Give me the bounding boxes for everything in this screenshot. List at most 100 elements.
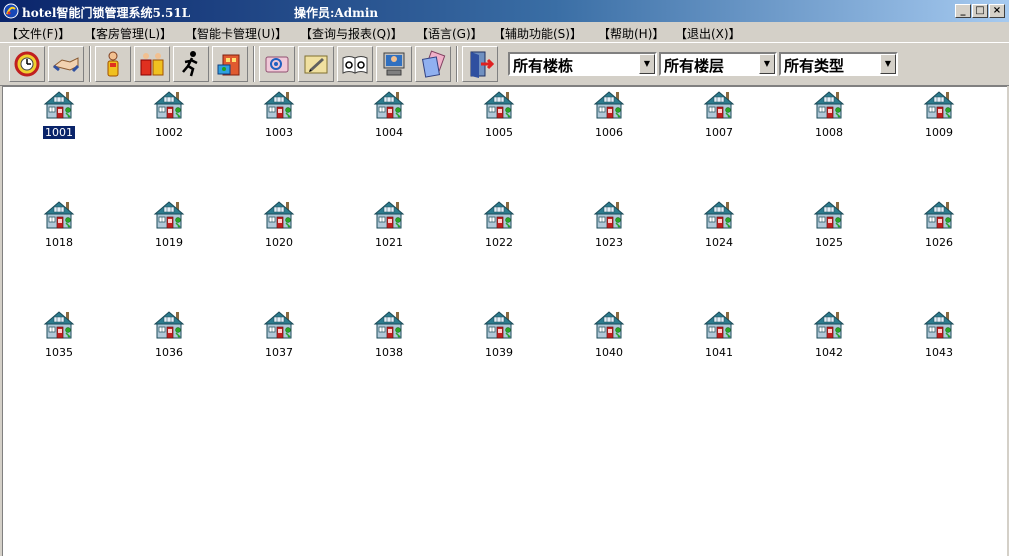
room-1002[interactable]: 1002 [139, 89, 199, 139]
room-1043[interactable]: 1043 [909, 309, 969, 359]
house-icon [813, 91, 845, 119]
computer-user-icon [383, 52, 405, 76]
room-1005[interactable]: 1005 [469, 89, 529, 139]
room-number-label: 1021 [375, 236, 403, 249]
building-card-icon [217, 54, 240, 76]
toolbar-button-card-stack[interactable] [415, 46, 451, 82]
type-select[interactable]: 所有类型 ▼ [779, 52, 898, 76]
house-icon [153, 201, 185, 229]
toolbar: 所有楼栋 ▼ 所有楼层 ▼ 所有类型 ▼ [0, 42, 1009, 86]
person-card-icon [107, 51, 119, 77]
building-select[interactable]: 所有楼栋 ▼ [508, 52, 657, 76]
house-icon [43, 311, 75, 339]
menu-query-report[interactable]: 【查询与报表(Q)】 [300, 25, 403, 42]
house-icon [923, 91, 955, 119]
maximize-button[interactable]: □ [972, 4, 988, 18]
room-grid: 1001 1002 1003 1004 1005 1006 1007 1008 1009 1018… [2, 86, 1007, 556]
house-icon [593, 91, 625, 119]
room-1022[interactable]: 1022 [469, 199, 529, 249]
toolbar-button-building-card[interactable] [212, 46, 248, 82]
toolbar-button-group-card[interactable] [134, 46, 170, 82]
room-number-label: 1024 [705, 236, 733, 249]
room-1042[interactable]: 1042 [799, 309, 859, 359]
toolbar-button-checkout[interactable] [173, 46, 209, 82]
toolbar-button-exit[interactable] [462, 46, 498, 82]
room-1037[interactable]: 1037 [249, 309, 309, 359]
menu-auxiliary[interactable]: 【辅助功能(S)】 [493, 25, 582, 42]
room-1001[interactable]: 1001 [29, 89, 89, 140]
house-icon [483, 91, 515, 119]
room-1020[interactable]: 1020 [249, 199, 309, 249]
floor-select[interactable]: 所有楼层 ▼ [659, 52, 777, 76]
room-1007[interactable]: 1007 [689, 89, 749, 139]
toolbar-button-read-card[interactable] [259, 46, 295, 82]
room-number-label: 1007 [705, 126, 733, 139]
chevron-down-icon[interactable]: ▼ [759, 54, 775, 74]
house-icon [43, 201, 75, 229]
room-1008[interactable]: 1008 [799, 89, 859, 139]
title-bar[interactable]: hotel智能门锁管理系统5.51L 操作员:Admin _ □ × [0, 0, 1009, 22]
house-icon [703, 91, 735, 119]
room-1038[interactable]: 1038 [359, 309, 419, 359]
menu-bar: 【文件(F)】 【客房管理(L)】 【智能卡管理(U)】 【查询与报表(Q)】 … [0, 22, 1009, 42]
room-1041[interactable]: 1041 [689, 309, 749, 359]
house-icon [373, 311, 405, 339]
house-icon [483, 201, 515, 229]
card-edit-icon [304, 55, 328, 74]
room-number-label: 1042 [815, 346, 843, 359]
toolbar-button-guest-card[interactable] [95, 46, 131, 82]
toolbar-button-records[interactable] [337, 46, 373, 82]
floor-select-value: 所有楼层 [664, 57, 725, 75]
room-number-label: 1005 [485, 126, 513, 139]
menu-smart-card[interactable]: 【智能卡管理(U)】 [185, 25, 287, 42]
menu-language[interactable]: 【语言(G)】 [416, 25, 483, 42]
room-1025[interactable]: 1025 [799, 199, 859, 249]
room-number-label: 1036 [155, 346, 183, 359]
close-button[interactable]: × [989, 4, 1005, 18]
room-1019[interactable]: 1019 [139, 199, 199, 249]
minimize-button[interactable]: _ [955, 4, 971, 18]
toolbar-button-handshake[interactable] [48, 46, 84, 82]
menu-room-management[interactable]: 【客房管理(L)】 [84, 25, 172, 42]
main-window: hotel智能门锁管理系统5.51L 操作员:Admin _ □ × 【文件(F… [0, 0, 1009, 556]
room-1036[interactable]: 1036 [139, 309, 199, 359]
toolbar-button-edit-card[interactable] [298, 46, 334, 82]
room-1023[interactable]: 1023 [579, 199, 639, 249]
house-icon [593, 201, 625, 229]
room-1009[interactable]: 1009 [909, 89, 969, 139]
open-book-icon [342, 56, 368, 74]
chevron-down-icon[interactable]: ▼ [639, 54, 655, 74]
room-1026[interactable]: 1026 [909, 199, 969, 249]
toolbar-button-clock[interactable] [9, 46, 45, 82]
room-1006[interactable]: 1006 [579, 89, 639, 139]
toolbar-button-operator[interactable] [376, 46, 412, 82]
room-1035[interactable]: 1035 [29, 309, 89, 359]
room-number-label: 1008 [815, 126, 843, 139]
room-1039[interactable]: 1039 [469, 309, 529, 359]
room-number-label: 1038 [375, 346, 403, 359]
house-icon [703, 201, 735, 229]
menu-help[interactable]: 【帮助(H)】 [598, 25, 664, 42]
house-icon [153, 311, 185, 339]
room-1003[interactable]: 1003 [249, 89, 309, 139]
room-1040[interactable]: 1040 [579, 309, 639, 359]
room-number-label: 1001 [42, 125, 76, 140]
chevron-down-icon[interactable]: ▼ [880, 54, 896, 74]
toolbar-separator [253, 46, 255, 82]
room-1024[interactable]: 1024 [689, 199, 749, 249]
card-reader-icon [265, 56, 289, 73]
room-number-label: 1039 [485, 346, 513, 359]
menu-exit[interactable]: 【退出(X)】 [675, 25, 741, 42]
house-icon [153, 91, 185, 119]
group-card-icon [140, 53, 164, 76]
house-icon [263, 311, 295, 339]
room-1021[interactable]: 1021 [359, 199, 419, 249]
menu-file[interactable]: 【文件(F)】 [6, 25, 70, 42]
house-icon [373, 91, 405, 119]
room-number-label: 1026 [925, 236, 953, 249]
room-number-label: 1009 [925, 126, 953, 139]
room-number-label: 1002 [155, 126, 183, 139]
room-1018[interactable]: 1018 [29, 199, 89, 249]
house-icon [373, 201, 405, 229]
room-1004[interactable]: 1004 [359, 89, 419, 139]
